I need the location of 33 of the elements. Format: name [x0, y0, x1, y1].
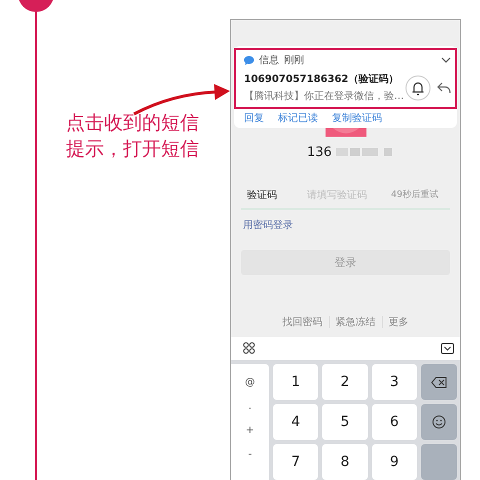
number-key[interactable]: 8 [322, 444, 368, 480]
number-key[interactable]: 7 [273, 444, 318, 480]
notification-action[interactable]: 复制验证码 [332, 111, 382, 125]
phone-number: 136 [307, 144, 332, 160]
number-key[interactable]: 6 [372, 404, 417, 440]
notification-time: 刚刚 [284, 54, 304, 67]
number-key[interactable]: 5 [322, 404, 368, 440]
chevron-down-icon[interactable] [441, 57, 451, 63]
hide-keyboard-icon[interactable] [441, 342, 454, 354]
backspace-key[interactable] [420, 364, 457, 400]
backspace-icon [430, 376, 447, 388]
grid-icon[interactable] [243, 342, 255, 354]
annotation-text: 点击收到的短信提示，打开短信 [66, 111, 200, 162]
number-key[interactable]: 1 [273, 364, 318, 400]
notification-action[interactable]: 标记已读 [278, 111, 318, 125]
symbol-key[interactable]: - [231, 442, 269, 466]
notification-action[interactable]: 回复 [244, 111, 264, 125]
smiley-icon [432, 415, 446, 429]
reply-icon[interactable] [437, 82, 451, 94]
symbol-key[interactable]: . [231, 394, 269, 418]
sender-title: 106907057186362（验证码） [244, 72, 399, 86]
number-key[interactable]: 9 [372, 444, 417, 480]
password-login-link[interactable]: 用密码登录 [243, 218, 293, 232]
symbol-key[interactable]: @ [231, 370, 269, 394]
bell-icon[interactable] [405, 74, 431, 100]
symbol-key[interactable]: + [231, 418, 269, 442]
emoji-key[interactable] [420, 404, 457, 440]
number-key[interactable]: 4 [273, 404, 318, 440]
message-bubble-icon [244, 56, 254, 64]
number-key[interactable]: 3 [372, 364, 417, 400]
number-key[interactable]: 2 [322, 364, 368, 400]
blurred-number-drawing [336, 148, 392, 156]
app-name: 信息 [259, 54, 279, 67]
